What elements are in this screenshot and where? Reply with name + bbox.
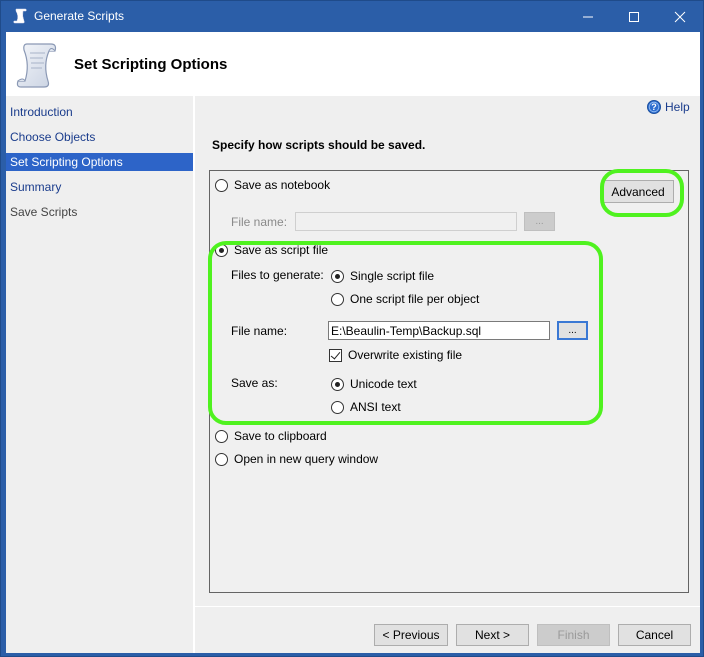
files-to-generate-label: Files to generate: <box>231 268 324 282</box>
save-to-clipboard-label: Save to clipboard <box>234 429 327 443</box>
minimize-icon <box>583 16 593 17</box>
single-script-file-label: Single script file <box>350 269 435 283</box>
one-file-per-object-label: One script file per object <box>350 292 480 306</box>
scroll-app-icon <box>13 8 27 24</box>
sidebar-item-save-scripts: Save Scripts <box>10 205 78 219</box>
open-in-query-window-radio[interactable]: Open in new query window <box>215 452 378 466</box>
ansi-text-radio[interactable]: ANSI text <box>331 400 401 414</box>
wizard-steps-sidebar: Introduction Choose Objects Set Scriptin… <box>6 96 193 653</box>
ansi-text-label: ANSI text <box>350 400 401 414</box>
page-title: Set Scripting Options <box>74 56 228 73</box>
single-script-file-radio[interactable]: Single script file <box>331 269 434 283</box>
footer-divider <box>195 606 700 607</box>
sidebar-item-choose-objects[interactable]: Choose Objects <box>6 128 193 146</box>
minimize-button[interactable] <box>565 1 611 32</box>
script-file-name-input[interactable]: E:\Beaulin-Temp\Backup.sql <box>328 321 550 340</box>
radio-button[interactable] <box>331 269 344 283</box>
save-as-script-file-label: Save as script file <box>234 243 329 257</box>
script-file-name-label: File name: <box>231 324 288 338</box>
save-as-notebook-radio[interactable]: Save as notebook <box>215 178 330 192</box>
overwrite-existing-file-label: Overwrite existing file <box>348 348 463 362</box>
cancel-button[interactable]: Cancel <box>618 624 691 646</box>
script-file-browse-button[interactable]: ... <box>557 321 588 340</box>
radio-button[interactable] <box>215 429 228 443</box>
one-file-per-object-radio[interactable]: One script file per object <box>331 292 479 306</box>
save-as-label: Save as: <box>231 376 278 390</box>
notebook-file-name-label: File name: <box>231 215 288 229</box>
scroll-icon <box>16 43 57 88</box>
next-button[interactable]: Next > <box>456 624 529 646</box>
maximize-button[interactable] <box>611 1 657 32</box>
help-icon: ? <box>647 100 661 114</box>
radio-button[interactable] <box>331 400 344 414</box>
main-content: ? Help Specify how scripts should be sav… <box>195 96 700 653</box>
overwrite-existing-file-checkbox[interactable]: Overwrite existing file <box>329 348 462 362</box>
advanced-button[interactable]: Advanced <box>602 180 674 203</box>
sidebar-item-introduction[interactable]: Introduction <box>6 103 193 121</box>
unicode-text-label: Unicode text <box>350 377 417 391</box>
radio-button[interactable] <box>215 178 228 192</box>
window-title: Generate Scripts <box>34 9 125 23</box>
wizard-header: Set Scripting Options <box>6 32 700 96</box>
generate-scripts-window: Generate Scripts Set Scripting Options I… <box>0 0 704 657</box>
svg-text:?: ? <box>651 102 657 112</box>
instruction-text: Specify how scripts should be saved. <box>212 138 426 152</box>
open-in-query-window-label: Open in new query window <box>234 452 379 466</box>
previous-button[interactable]: < Previous <box>374 624 448 646</box>
radio-button[interactable] <box>215 452 228 466</box>
radio-button[interactable] <box>331 292 344 306</box>
help-link[interactable]: ? Help <box>647 100 690 114</box>
radio-button[interactable] <box>215 243 228 257</box>
notebook-browse-button: ... <box>524 212 555 231</box>
notebook-file-name-input <box>295 212 517 231</box>
sidebar-item-summary[interactable]: Summary <box>6 178 193 196</box>
finish-button: Finish <box>537 624 610 646</box>
save-to-clipboard-radio[interactable]: Save to clipboard <box>215 429 327 443</box>
sidebar-item-set-scripting-options[interactable]: Set Scripting Options <box>6 153 193 171</box>
save-as-notebook-label: Save as notebook <box>234 178 331 192</box>
radio-button[interactable] <box>331 377 344 391</box>
checkbox[interactable] <box>329 348 342 362</box>
title-bar[interactable]: Generate Scripts <box>1 1 703 32</box>
maximize-icon <box>629 11 639 22</box>
output-options-group: Save as notebook Advanced File name: ...… <box>209 170 689 593</box>
close-button[interactable] <box>657 1 703 32</box>
unicode-text-radio[interactable]: Unicode text <box>331 377 417 391</box>
help-label: Help <box>665 100 690 114</box>
save-as-script-file-radio[interactable]: Save as script file <box>215 243 328 257</box>
close-icon <box>674 11 686 22</box>
